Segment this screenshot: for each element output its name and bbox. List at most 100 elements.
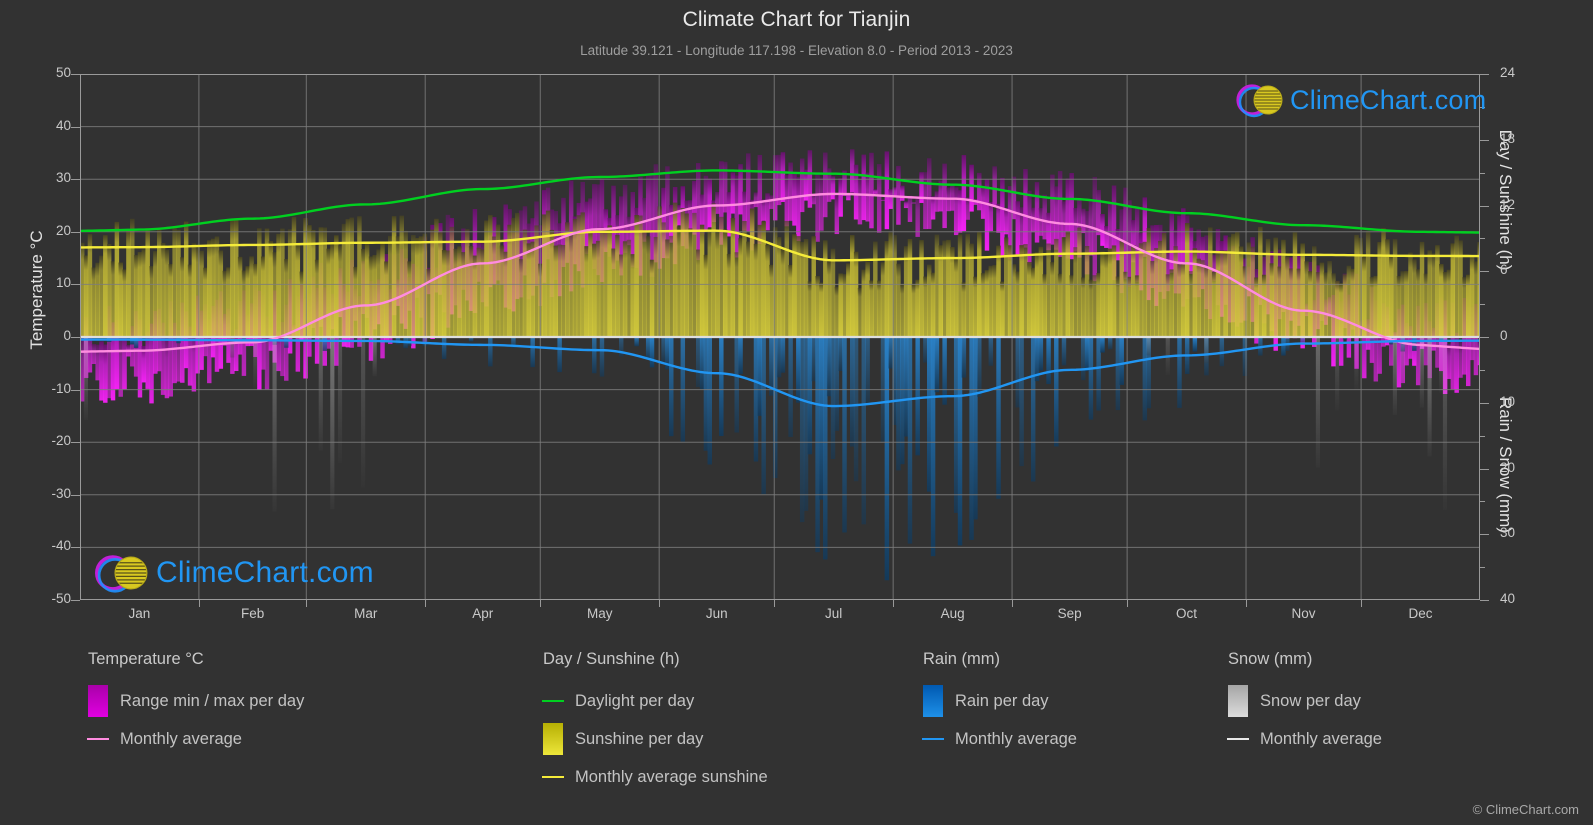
legend-item-label: Rain per day [955, 691, 1049, 710]
legend-item[interactable]: Monthly average [922, 720, 1077, 758]
y-tick-mark-left [71, 179, 80, 181]
climechart-logo-icon [1236, 84, 1283, 118]
y-tick-mark-right-minor [1480, 567, 1485, 569]
legend-heading: Snow (mm) [1228, 650, 1313, 668]
y-tick-label-right: 12 [1500, 196, 1516, 212]
climechart-logo-icon [95, 555, 148, 593]
x-tick-label: Aug [940, 606, 965, 621]
legend-swatch-box [923, 685, 943, 717]
y-tick-mark-right [1480, 271, 1489, 273]
x-tick-mark [659, 600, 661, 607]
y-tick-label-left: 40 [55, 117, 71, 133]
legend: Temperature °C Range min / max per day Mon… [0, 650, 1593, 825]
y-tick-mark-right [1480, 74, 1489, 75]
y-tick-mark-right [1480, 205, 1489, 207]
legend-item-label: Monthly average [1260, 729, 1382, 748]
x-tick-mark [306, 600, 308, 607]
x-tick-label: Oct [1176, 606, 1198, 621]
legend-swatch-line [542, 700, 564, 702]
y-tick-label-left: -40 [51, 538, 71, 554]
x-tick-mark [198, 600, 200, 607]
x-tick-mark [425, 600, 427, 607]
legend-item[interactable]: Range min / max per day [88, 682, 304, 720]
climate-chart-page: Climate Chart for Tianjin Latitude 39.12… [0, 0, 1593, 825]
y-tick-mark-left [71, 231, 80, 233]
x-tick-mark [540, 600, 542, 607]
y-tick-mark-left [71, 547, 80, 549]
legend-swatch-line-wrap [87, 738, 109, 740]
x-tick-label: Apr [472, 606, 494, 621]
y-tick-label-right: 20 [1500, 459, 1516, 475]
y-tick-label-left: 50 [55, 65, 71, 80]
grid-group [80, 74, 1480, 600]
y-tick-label-left: 0 [63, 328, 71, 343]
y-tick-label-left: -30 [51, 485, 71, 501]
legend-item[interactable]: Snow per day [1228, 682, 1382, 720]
legend-item[interactable]: Sunshine per day [543, 720, 768, 758]
y-tick-label-right: 0 [1500, 328, 1508, 343]
y-tick-label-left: -20 [51, 433, 71, 449]
y-tick-label-right: 40 [1500, 591, 1516, 606]
y-tick-mark-right-minor [1480, 435, 1485, 437]
legend-item[interactable]: Monthly average [87, 720, 304, 758]
x-tick-label: Jun [705, 606, 728, 621]
x-tick-label: May [586, 606, 613, 621]
legend-column: Temperature °C Range min / max per day Mon… [87, 650, 304, 758]
y-tick-mark-left [71, 74, 80, 75]
legend-item[interactable]: Monthly average [1227, 720, 1382, 758]
y-tick-mark-left [71, 337, 80, 338]
y-tick-label-right: 6 [1500, 262, 1508, 278]
legend-item-label: Range min / max per day [120, 691, 305, 710]
y-tick-mark-left [71, 284, 80, 286]
x-tick-label: Jan [128, 606, 151, 621]
y-tick-label-right: 30 [1500, 525, 1516, 541]
page-title: Climate Chart for Tianjin [682, 8, 911, 31]
legend-swatch-line-wrap [542, 776, 564, 778]
legend-item[interactable]: Daylight per day [542, 682, 768, 720]
y-tick-mark-right-minor [1480, 172, 1485, 174]
y-tick-label-left: -10 [51, 380, 71, 396]
legend-column: Snow (mm) Snow per day Monthly average [1227, 650, 1382, 758]
x-tick-label: Jul [825, 606, 843, 621]
y-tick-mark-right [1480, 600, 1489, 601]
legend-swatch-box [543, 723, 563, 755]
chart-canvas [80, 74, 1480, 600]
x-tick-mark [1246, 600, 1248, 607]
legend-item-label: Monthly average [120, 729, 242, 748]
legend-item[interactable]: Rain per day [923, 682, 1077, 720]
y-tick-mark-left [71, 389, 80, 391]
legend-swatch-line-wrap [1227, 738, 1249, 740]
y-tick-mark-right [1480, 337, 1489, 338]
legend-swatch-line [87, 738, 109, 740]
x-tick-mark [1012, 600, 1014, 607]
legend-item-label: Monthly average sunshine [575, 767, 768, 786]
x-tick-label: Feb [240, 606, 265, 621]
y-tick-mark-right [1480, 139, 1489, 141]
legend-swatch-box [1228, 685, 1248, 717]
legend-swatch-line [922, 738, 944, 740]
x-tick-label: Dec [1408, 606, 1433, 621]
legend-column: Day / Sunshine (h) Daylight per day Sunshi… [542, 650, 768, 796]
x-tick-mark [1361, 600, 1363, 607]
legend-item-label: Monthly average [955, 729, 1077, 748]
y-tick-mark-left [71, 126, 80, 128]
y-tick-label-right: 10 [1500, 393, 1516, 409]
y-tick-mark-left [71, 442, 80, 444]
x-tick-mark [893, 600, 895, 607]
copyright-text: © ClimeChart.com [1472, 802, 1579, 817]
legend-swatch-box [88, 685, 108, 717]
y-tick-mark-right-minor [1480, 304, 1485, 306]
legend-item[interactable]: Monthly average sunshine [542, 758, 768, 796]
watermark-text: ClimeChart.com [1290, 84, 1487, 115]
legend-heading: Temperature °C [88, 650, 204, 668]
page-subtitle: Latitude 39.121 - Longitude 117.198 - El… [580, 43, 1013, 58]
legend-swatch-line [542, 776, 564, 778]
y-tick-label-left: 30 [55, 170, 71, 186]
legend-swatch-line-wrap [922, 738, 944, 740]
x-tick-label: Sep [1057, 606, 1082, 621]
y-tick-mark-right-minor [1480, 501, 1485, 503]
legend-item-label: Daylight per day [575, 691, 695, 710]
legend-swatch-line [1227, 738, 1249, 740]
y-tick-label-right: 24 [1500, 65, 1516, 80]
x-tick-label: Nov [1291, 606, 1316, 621]
